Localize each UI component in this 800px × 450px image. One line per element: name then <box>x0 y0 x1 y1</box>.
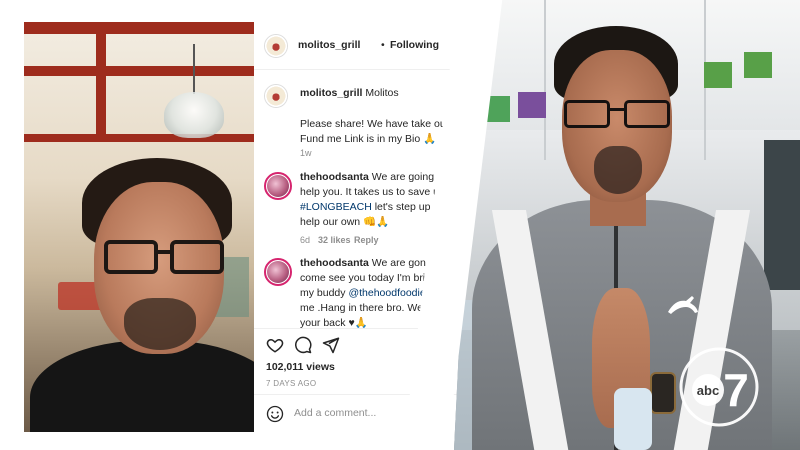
comment-text: my buddy <box>300 287 349 299</box>
following-button[interactable]: Following <box>390 38 439 54</box>
comment-text: me .Hang in there bro. We <box>300 302 423 314</box>
wristwatch <box>650 372 676 414</box>
restaurant-logo-icon <box>265 35 287 57</box>
papel-picado-flag <box>518 92 546 118</box>
abc7-logo-icon: abc 7 <box>679 347 759 427</box>
restaurant-logo-icon <box>265 85 287 107</box>
mention-link[interactable]: @thehoodfoodie <box>348 287 425 299</box>
channel-number: 7 <box>723 364 749 416</box>
left-video-frame <box>24 22 254 432</box>
ceiling-beam <box>96 22 106 142</box>
caption-time: 1w <box>300 148 312 158</box>
caption-line: Please share! We have take out! G <box>300 118 459 130</box>
comment-icon[interactable] <box>294 336 312 354</box>
post-date: 7 DAYS AGO <box>266 379 317 388</box>
caption-avatar[interactable] <box>264 84 288 108</box>
tent-rib <box>544 0 546 160</box>
commenter-avatar[interactable] <box>264 258 292 286</box>
commenter-avatar[interactable] <box>264 172 292 200</box>
heart-icon[interactable] <box>266 336 284 354</box>
puma-logo-icon <box>668 296 698 314</box>
abc-logo-text: abc <box>697 383 719 398</box>
view-count[interactable]: 102,011 views <box>266 360 335 376</box>
comment-text: help our own 👊🙏 <box>300 216 390 228</box>
papel-picado-flag <box>704 62 732 88</box>
user-photo-icon <box>267 175 289 197</box>
light-cord <box>193 44 195 94</box>
header-dot: • <box>381 39 385 51</box>
news-frame: molitos_grill • Following molitos_grill … <box>0 0 800 450</box>
reply-button[interactable]: Reply <box>354 233 379 249</box>
user-photo-icon <box>267 261 289 283</box>
comment-time: 6d <box>300 235 311 245</box>
comment-likes[interactable]: 32 likes <box>318 233 351 249</box>
share-icon[interactable] <box>322 336 340 354</box>
add-comment-input[interactable]: Add a comment... <box>294 406 376 422</box>
comment-line: thehoodsanta We are gonna <box>300 256 438 272</box>
profile-avatar[interactable] <box>264 34 288 58</box>
person-goatee <box>594 146 642 194</box>
caption-header: molitos_grill Molitos <box>300 86 399 102</box>
hashtag-link[interactable]: #LONGBEACH <box>300 201 372 213</box>
eyeglasses <box>104 240 228 278</box>
comment-line: my buddy @thehoodfoodie <box>300 286 426 302</box>
caption-username[interactable]: molitos_grill <box>300 87 362 99</box>
person-body <box>30 340 254 432</box>
caption-title: Molitos <box>365 87 399 99</box>
papel-picado-flag <box>744 52 772 78</box>
comment-text: help you. It takes us to save us. <box>300 186 448 198</box>
eyeglasses <box>564 100 672 132</box>
caption-line: Fund me Link is in my Bio 🙏 <box>300 133 437 145</box>
post-header: molitos_grill • Following <box>254 22 458 70</box>
comment-line: #LONGBEACH let's step up anc <box>300 200 450 216</box>
comment-text: your back ♥🙏 <box>300 317 368 329</box>
comment-text: We are going to <box>371 171 446 183</box>
comment-text: come see you today I'm brin <box>300 272 431 284</box>
ceiling-beam <box>24 66 254 76</box>
header-username[interactable]: molitos_grill <box>298 38 360 54</box>
comment-line: thehoodsanta We are going to <box>300 170 446 186</box>
comment-username[interactable]: thehoodsanta <box>300 171 369 183</box>
window <box>764 140 800 290</box>
post-actions <box>266 336 366 356</box>
ceiling-lamp <box>164 92 224 138</box>
face-mask <box>614 388 652 450</box>
person-beard <box>124 298 196 350</box>
emoji-icon[interactable] <box>266 405 284 423</box>
ceiling-beam <box>24 134 254 142</box>
comment-username[interactable]: thehoodsanta <box>300 257 369 269</box>
ceiling-beam <box>24 22 254 34</box>
